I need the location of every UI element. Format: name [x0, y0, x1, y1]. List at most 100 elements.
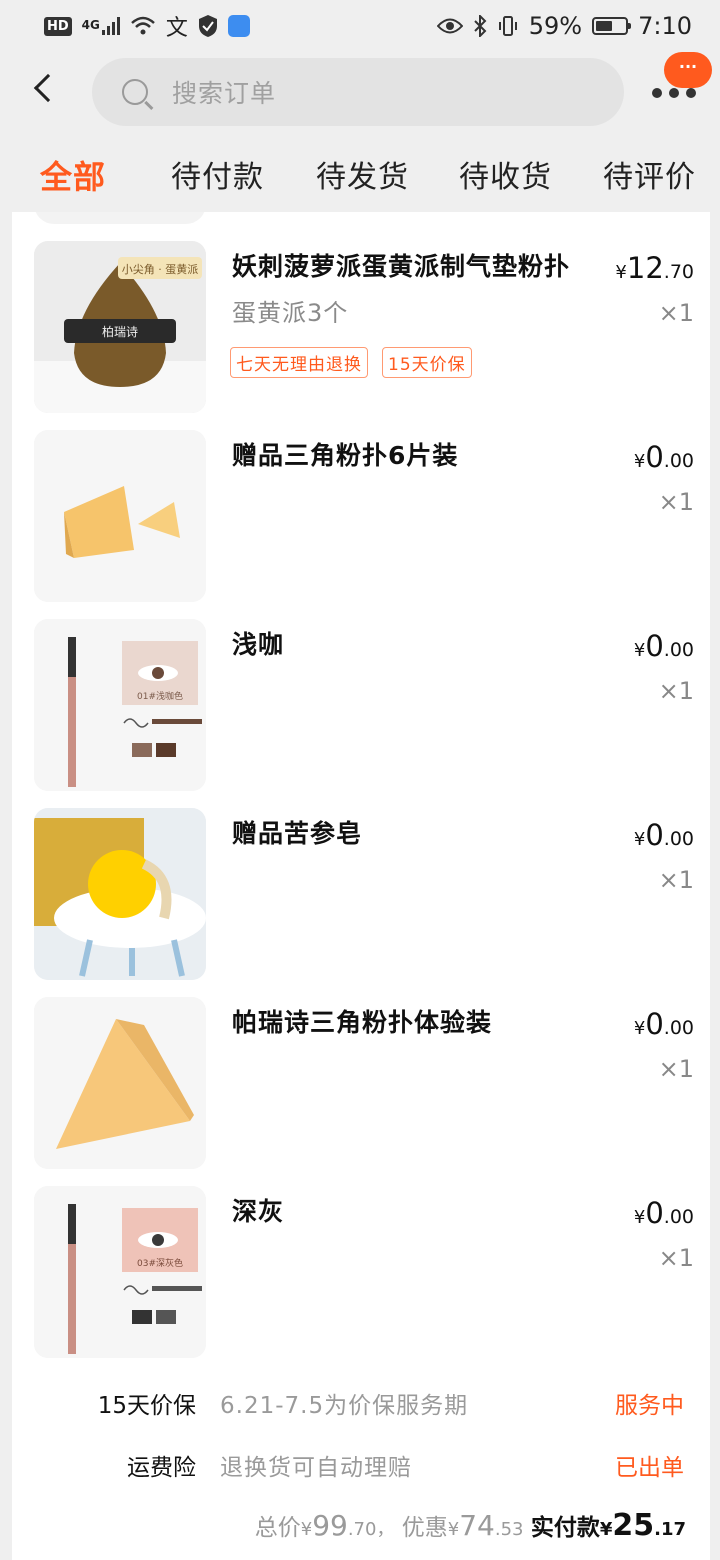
thumb-brand: 柏瑞诗: [102, 324, 138, 339]
price-currency: ¥: [633, 451, 646, 472]
product-title: 赠品三角粉扑6片装: [232, 441, 459, 470]
status-bar: HD 4G 文 59% 7:10: [0, 0, 720, 52]
service-label: 15天价保: [97, 1393, 196, 1419]
price-currency: ¥: [615, 262, 627, 283]
order-item[interactable]: 01#浅咖色 浅咖 ¥0.00 ×1: [34, 619, 694, 791]
price-decimal: .00: [663, 639, 694, 661]
hd-badge: HD: [44, 16, 72, 36]
total-label: 总价: [254, 1515, 301, 1541]
battery-icon: [592, 17, 632, 35]
tab-pending-receipt[interactable]: 待收货: [459, 152, 552, 196]
bluetooth-icon: [474, 15, 487, 37]
price-integer: 0: [645, 440, 664, 474]
product-title: 深灰: [232, 1197, 285, 1226]
service-status[interactable]: 已出单: [615, 1448, 684, 1482]
product-thumbnail[interactable]: 01#浅咖色: [34, 619, 206, 791]
product-thumbnail[interactable]: [34, 430, 206, 602]
order-tabs: 全部 待付款 待发货 待收货 待评价: [0, 152, 720, 208]
previous-item-thumbnail: [34, 212, 206, 224]
paid-decimal: .17: [654, 1519, 686, 1540]
network-type: 4G: [81, 18, 100, 32]
cloud-icon: [227, 15, 250, 37]
product-quantity: ×1: [658, 299, 694, 327]
product-title: 赠品苦参皂: [232, 819, 363, 848]
discount-label: 优惠: [401, 1515, 448, 1541]
service-tags: 七天无理由退换 15天价保: [230, 347, 472, 378]
paid-amount: 实付款¥25.17: [530, 1508, 686, 1543]
status-right: 59% 7:10: [436, 12, 692, 40]
product-price: ¥0.00: [634, 1196, 694, 1230]
total-integer: 99: [312, 1509, 348, 1542]
discount-decimal: .53: [494, 1519, 524, 1540]
shield-icon: [198, 15, 217, 37]
product-quantity: ×1: [658, 677, 694, 705]
product-title: 帕瑞诗三角粉扑体验装: [232, 1008, 493, 1037]
service-desc: 6.21-7.5为价保服务期: [220, 1393, 469, 1419]
order-card: 小尖角 · 蛋黄派 柏瑞诗 妖刺菠萝派蛋黄派制气垫粉扑 蛋黄派3个 七天无理由退…: [12, 212, 710, 1560]
price-decimal: .00: [663, 1206, 694, 1228]
tab-pending-payment[interactable]: 待付款: [171, 152, 264, 196]
price-integer: 0: [645, 629, 664, 663]
order-item[interactable]: 03#深灰色 深灰 ¥0.00 ×1: [34, 1186, 694, 1358]
order-item[interactable]: 小尖角 · 蛋黄派 柏瑞诗 妖刺菠萝派蛋黄派制气垫粉扑 蛋黄派3个 七天无理由退…: [34, 241, 694, 413]
product-quantity: ×1: [658, 866, 694, 894]
product-title: 浅咖: [232, 630, 285, 659]
vibrate-icon: [498, 16, 517, 36]
search-icon: [122, 79, 148, 105]
price-currency: ¥: [633, 1207, 646, 1228]
message-badge[interactable]: ···: [664, 52, 712, 88]
signal-icon: [101, 17, 120, 35]
discount-integer: 74: [459, 1509, 495, 1542]
price-decimal: .00: [663, 828, 694, 850]
product-price: ¥0.00: [634, 440, 694, 474]
price-currency: ¥: [633, 1018, 646, 1039]
thumb-caption: 小尖角 · 蛋黄派: [122, 262, 199, 276]
price-protection-row[interactable]: 15天价保 6.21-7.5为价保服务期 服务中: [12, 1378, 710, 1428]
paid-currency: ¥: [599, 1519, 613, 1540]
product-thumbnail[interactable]: 小尖角 · 蛋黄派 柏瑞诗: [34, 241, 206, 413]
price-decimal: .70: [663, 261, 694, 283]
product-thumbnail[interactable]: 03#深灰色: [34, 1186, 206, 1358]
total-currency: ¥: [300, 1519, 313, 1540]
status-left: HD 4G 文: [44, 10, 250, 42]
price-integer: 0: [645, 1007, 664, 1041]
tab-all[interactable]: 全部: [40, 152, 106, 198]
order-item[interactable]: 赠品三角粉扑6片装 ¥0.00 ×1: [34, 430, 694, 602]
order-item[interactable]: 赠品苦参皂 ¥0.00 ×1: [34, 808, 694, 980]
price-decimal: .00: [663, 450, 694, 472]
product-quantity: ×1: [658, 1055, 694, 1083]
price-decimal: .00: [663, 1017, 694, 1039]
thumb-caption: 03#深灰色: [137, 1257, 183, 1269]
eye-icon: [436, 18, 463, 34]
product-price: ¥12.70: [615, 251, 694, 285]
service-status[interactable]: 服务中: [615, 1386, 684, 1420]
tab-pending-shipment[interactable]: 待发货: [316, 152, 409, 196]
shipping-insurance-row[interactable]: 运费险 退换货可自动理赔 已出单: [12, 1440, 710, 1490]
thumb-caption: 01#浅咖色: [137, 690, 183, 702]
product-quantity: ×1: [658, 488, 694, 516]
price-currency: ¥: [633, 640, 646, 661]
total-decimal: .70，: [347, 1519, 395, 1540]
product-thumbnail[interactable]: [34, 808, 206, 980]
order-item[interactable]: 帕瑞诗三角粉扑体验装 ¥0.00 ×1: [34, 997, 694, 1169]
more-icon[interactable]: [652, 88, 696, 98]
tag-price-protection: 15天价保: [382, 347, 472, 378]
translate-icon: 文: [165, 16, 188, 41]
product-title: 妖刺菠萝派蛋黄派制气垫粉扑: [232, 252, 571, 281]
back-icon[interactable]: [33, 73, 63, 103]
price-integer: 12: [626, 251, 664, 285]
product-quantity: ×1: [658, 1244, 694, 1272]
product-thumbnail[interactable]: [34, 997, 206, 1169]
product-spec: 蛋黄派3个: [232, 299, 349, 327]
service-desc: 退换货可自动理赔: [220, 1455, 412, 1481]
clock: 7:10: [638, 12, 692, 40]
order-totals: 总价¥99.70， 优惠¥74.53 实付款¥25.17: [255, 1508, 686, 1543]
paid-label: 实付款: [530, 1515, 600, 1541]
product-price: ¥0.00: [634, 629, 694, 663]
product-price: ¥0.00: [634, 818, 694, 852]
battery-percent: 59%: [528, 12, 583, 40]
product-price: ¥0.00: [634, 1007, 694, 1041]
tab-pending-review[interactable]: 待评价: [603, 152, 696, 196]
wifi-icon: [131, 16, 155, 35]
search-input[interactable]: 搜索订单: [92, 58, 624, 126]
